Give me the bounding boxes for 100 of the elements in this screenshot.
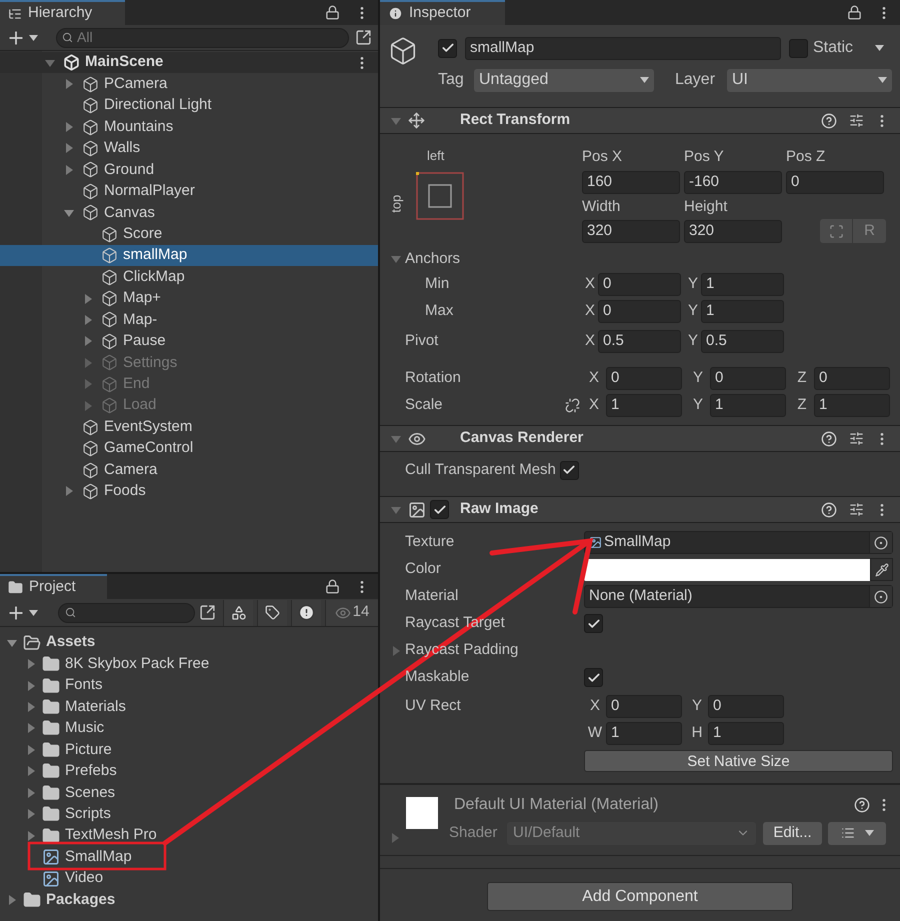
number-field[interactable]: 1 [606,722,682,745]
number-field[interactable]: 1 [701,272,784,296]
number-field[interactable]: 160 [582,170,680,194]
number-field[interactable]: 0 [598,272,681,296]
hierarchy-item[interactable]: PCamera [0,73,378,95]
project-item[interactable]: TextMesh Pro [0,824,378,846]
checkbox[interactable] [560,460,579,480]
triangle-right-icon[interactable] [26,659,36,670]
number-field[interactable]: 1 [814,394,890,416]
name-field[interactable]: smallMap [465,36,781,60]
project-item[interactable]: SmallMap [0,846,378,868]
edit-button[interactable]: Edit... [763,822,822,844]
add-component-button[interactable]: Add Component [487,882,793,911]
hierarchy-item[interactable]: NormalPlayer [0,180,378,202]
number-field[interactable]: 1 [710,394,786,416]
number-field[interactable]: 0 [814,366,890,390]
hierarchy-item[interactable]: Mountains [0,116,378,138]
project-item[interactable]: Video [0,868,378,890]
layer-dropdown[interactable]: UI [727,68,892,92]
color-field[interactable] [584,558,870,580]
hierarchy-item[interactable]: Camera [0,459,378,481]
filter-type-button[interactable] [223,600,253,626]
triangle-right-icon[interactable] [64,164,74,175]
hierarchy-item[interactable]: GameControl [0,438,378,460]
triangle-right-icon[interactable] [26,809,36,820]
triangle-right-icon[interactable] [64,486,74,496]
component-header[interactable]: Rect Transform [380,107,900,134]
project-item[interactable]: 8K Skybox Pack Free [0,653,378,675]
help-icon[interactable] [821,430,837,446]
number-field[interactable]: 1 [708,722,784,745]
sliders-icon[interactable] [849,502,864,517]
triangle-right-icon[interactable] [83,314,93,325]
lock-icon[interactable] [325,579,340,594]
checkbox[interactable] [789,38,808,58]
triangle-right-icon[interactable] [26,744,36,755]
triangle-down-icon[interactable] [7,638,17,648]
lock-icon[interactable] [847,5,862,20]
hierarchy-item[interactable]: Walls [0,138,378,160]
checkbox[interactable] [584,668,603,687]
number-field[interactable]: 320 [582,220,680,243]
number-field[interactable]: 0.5 [598,330,681,352]
number-field[interactable]: 1 [606,394,682,416]
triangle-right-icon[interactable] [83,336,93,346]
number-field[interactable]: 0 [598,300,681,322]
scene-row[interactable]: MainScene [0,52,378,74]
project-item[interactable]: Scripts [0,804,378,825]
triangle-right-icon[interactable] [26,830,36,841]
hierarchy-item[interactable]: Map+ [0,288,378,310]
number-field[interactable]: 0.5 [701,330,784,352]
checkbox[interactable] [438,38,457,58]
search-field[interactable] [58,602,195,622]
set-native-size-button[interactable]: Set Native Size [584,750,893,772]
expand-icon[interactable] [199,604,216,621]
checkbox[interactable] [430,500,449,519]
anchor-preset-icon[interactable] [416,172,464,220]
triangle-right-icon[interactable] [26,766,36,776]
sliders-icon[interactable] [849,431,864,446]
triangle-right-icon[interactable] [7,894,17,905]
hierarchy-item[interactable]: Score [0,224,378,245]
blueprint-button[interactable] [820,219,852,243]
sliders-icon[interactable] [849,113,864,128]
number-field[interactable]: 0 [710,366,786,390]
panel-tab[interactable]: Inspector [380,0,505,25]
hierarchy-item[interactable]: Directional Light [0,94,378,116]
target-icon[interactable] [874,590,888,604]
hidden-count-button[interactable]: 14 [325,600,378,626]
triangle-right-icon[interactable] [64,143,74,154]
triangle-right-icon[interactable] [26,723,36,734]
panel-tab[interactable]: Hierarchy [0,0,125,25]
triangle-right-icon[interactable] [64,122,74,132]
object-field[interactable]: SmallMap [584,531,893,554]
hierarchy-item[interactable]: Map- [0,309,378,331]
hierarchy-item[interactable]: Foods [0,480,378,502]
hierarchy-item[interactable]: ClickMap [0,266,378,288]
component-header[interactable]: Raw Image [380,496,900,523]
project-item[interactable]: Prefebs [0,760,378,782]
triangle-down-icon[interactable] [64,208,74,218]
project-item[interactable]: Materials [0,696,378,718]
checkbox[interactable] [584,614,603,633]
expand-icon[interactable] [355,29,372,46]
project-item[interactable]: Scenes [0,782,378,804]
number-field[interactable]: 0 [786,170,884,194]
project-item[interactable]: Music [0,718,378,740]
triangle-right-icon[interactable] [26,702,36,712]
component-header[interactable]: Canvas Renderer [380,425,900,452]
number-field[interactable]: 0 [708,695,784,718]
number-field[interactable]: 0 [606,695,682,718]
help-icon[interactable] [854,797,870,813]
triangle-right-icon[interactable] [26,788,36,798]
project-item[interactable]: Picture [0,739,378,761]
lock-icon[interactable] [325,5,340,20]
project-item[interactable]: Packages [0,889,378,911]
tag-dropdown[interactable]: Untagged [474,68,654,92]
warning-button[interactable] [291,600,321,626]
anchors-foldout[interactable]: Anchors [380,248,490,270]
hierarchy-item[interactable]: Ground [0,159,378,181]
help-icon[interactable] [821,502,837,518]
panel-tab[interactable]: Project [0,574,107,599]
search-field[interactable]: All [56,28,350,48]
project-item[interactable]: Assets [0,632,378,654]
